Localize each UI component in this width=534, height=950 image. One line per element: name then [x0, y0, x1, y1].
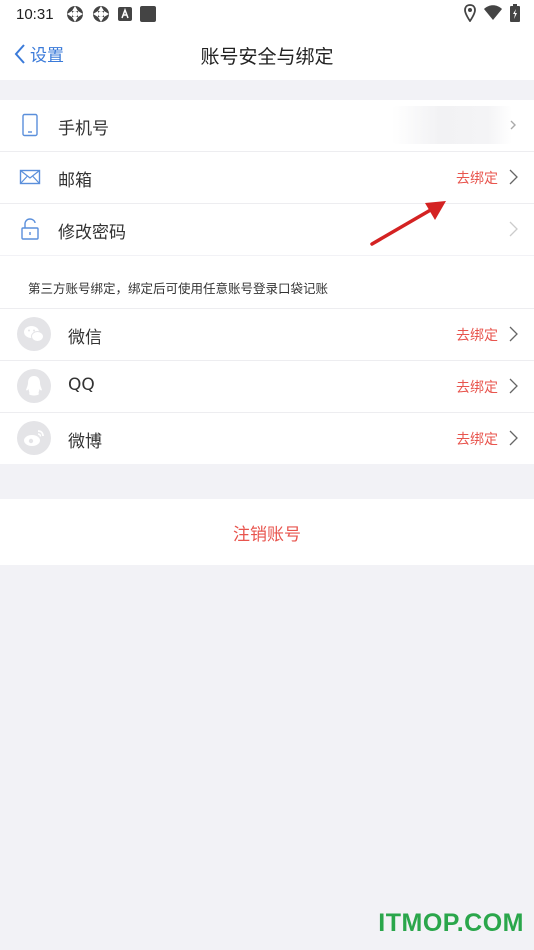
phone-number-masked: [392, 106, 512, 144]
status-bar: 10:31: [0, 0, 534, 28]
weibo-bind-button[interactable]: 去绑定: [456, 429, 498, 449]
delete-account-button[interactable]: 注销账号: [0, 499, 534, 565]
wechat-row[interactable]: 微信 去绑定: [0, 309, 534, 361]
qq-avatar: [17, 369, 51, 403]
status-time: 10:31: [16, 5, 54, 23]
email-row[interactable]: 邮箱 去绑定: [0, 152, 534, 204]
phone-label: 手机号: [58, 119, 109, 139]
chevron-right-icon: [509, 430, 518, 446]
system-icons: [464, 4, 520, 22]
location-icon: [464, 4, 476, 22]
notification-app-icon: [92, 6, 109, 22]
phone-row[interactable]: 手机号: [0, 100, 534, 152]
change-password-row[interactable]: 修改密码: [0, 204, 534, 255]
notification-square-icon: [139, 6, 156, 22]
third-party-note-text: 第三方账号绑定，绑定后可使用任意账号登录口袋记账: [28, 281, 329, 296]
annotation-arrow-icon: [370, 201, 446, 246]
battery-icon: [510, 4, 520, 22]
mail-icon: [19, 169, 41, 185]
weibo-label: 微博: [68, 432, 102, 452]
notification-app-icon: [66, 6, 83, 22]
third-party-note: 第三方账号绑定，绑定后可使用任意账号登录口袋记账: [0, 256, 534, 309]
lock-icon: [21, 218, 39, 240]
wifi-icon: [484, 5, 502, 20]
wechat-avatar: [17, 317, 51, 351]
qq-label: QQ: [68, 375, 95, 395]
chevron-right-icon: [509, 326, 518, 342]
phone-icon: [22, 113, 38, 137]
wechat-label: 微信: [68, 328, 102, 348]
weibo-row[interactable]: 微博 去绑定: [0, 413, 534, 464]
qq-bind-button[interactable]: 去绑定: [456, 377, 498, 397]
email-bind-button[interactable]: 去绑定: [456, 168, 498, 188]
weibo-avatar: [17, 421, 51, 455]
chevron-right-icon: [509, 378, 518, 394]
account-group: 手机号 邮箱 去绑定 修改密码: [0, 100, 534, 255]
change-password-label: 修改密码: [58, 223, 126, 243]
email-label: 邮箱: [58, 171, 92, 191]
notification-a-icon: [117, 7, 132, 21]
weibo-icon: [24, 430, 44, 446]
wechat-icon: [24, 326, 44, 342]
qq-row[interactable]: QQ 去绑定: [0, 361, 534, 413]
wechat-bind-button[interactable]: 去绑定: [456, 325, 498, 345]
delete-account-label: 注销账号: [233, 524, 301, 545]
qq-icon: [26, 376, 42, 396]
navigation-bar: 设置 账号安全与绑定: [0, 28, 534, 80]
watermark: ITMOP.COM: [378, 909, 524, 937]
page-title: 账号安全与绑定: [200, 46, 334, 68]
chevron-right-icon: [509, 169, 518, 185]
chevron-right-icon: [509, 221, 518, 237]
social-group: 微信 去绑定 QQ 去绑定 微博 去绑定: [0, 309, 534, 464]
notification-icons: [66, 5, 156, 23]
chevron-right-icon: [510, 120, 516, 130]
